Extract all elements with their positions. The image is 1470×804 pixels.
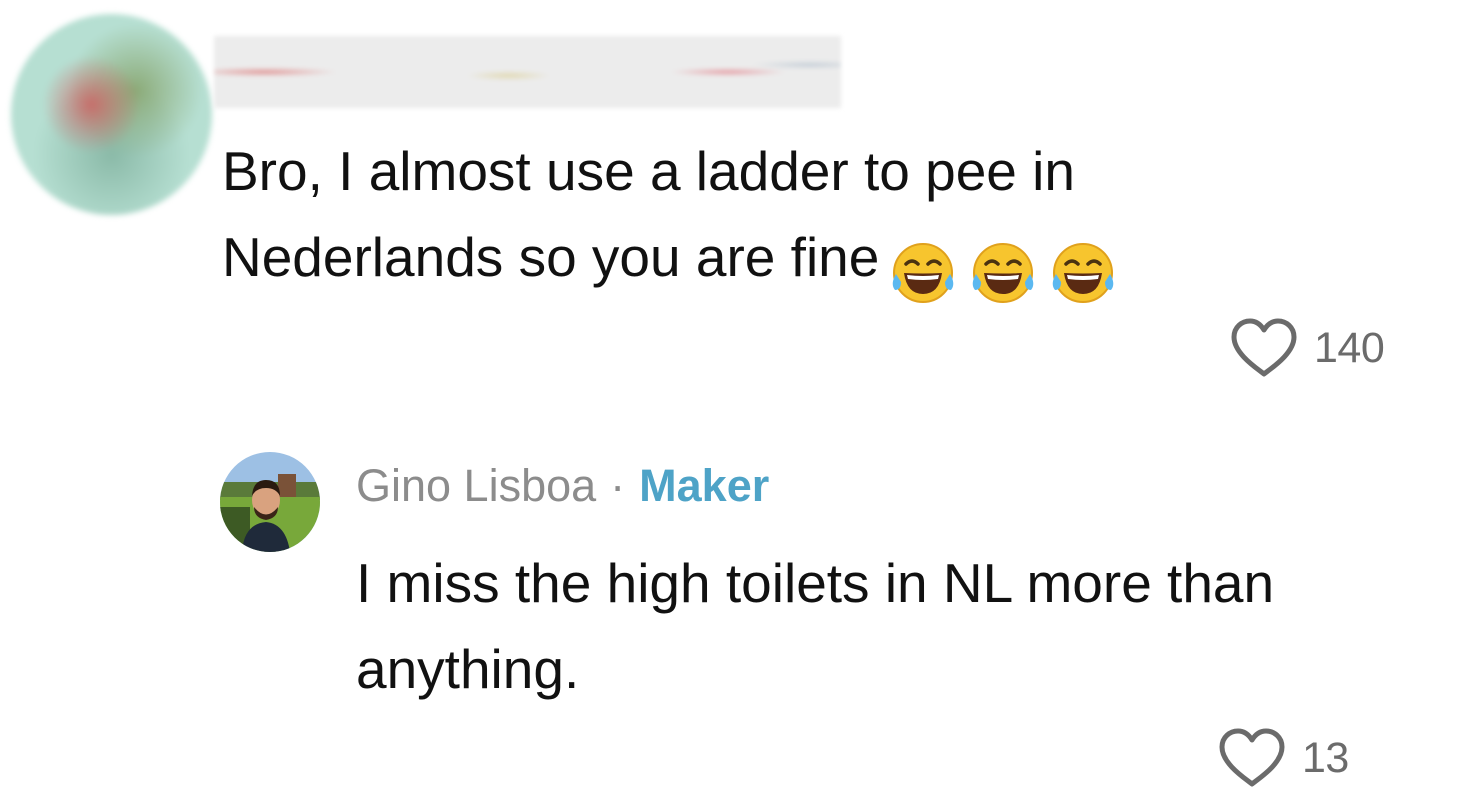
reply-author-name[interactable]: Gino Lisboa: [356, 460, 596, 511]
comment-like-button[interactable]: 140: [1228, 316, 1385, 380]
comment-body: Bro, I almost use a ladder to pee in Ned…: [222, 128, 1302, 312]
maker-badge: Maker: [639, 460, 770, 511]
reply-like-button[interactable]: 13: [1216, 726, 1349, 790]
emoji-group: [889, 226, 1129, 312]
heart-outline-icon[interactable]: [1216, 726, 1288, 790]
commenter-username-redacted: [214, 36, 841, 108]
laughing-crying-emoji-icon: [969, 240, 1037, 306]
reply-like-count: 13: [1302, 733, 1349, 782]
reply-text: I miss the high toilets in NL more than …: [356, 552, 1275, 700]
header-separator: ·: [610, 460, 626, 511]
laughing-crying-emoji-icon: [1049, 240, 1117, 306]
commenter-avatar[interactable]: [11, 14, 212, 215]
reply-avatar[interactable]: [220, 452, 320, 552]
comment-like-count: 140: [1314, 323, 1385, 372]
heart-outline-icon[interactable]: [1228, 316, 1300, 380]
laughing-crying-emoji-icon: [889, 240, 957, 306]
reply-header: Gino Lisboa · Maker: [356, 458, 769, 514]
